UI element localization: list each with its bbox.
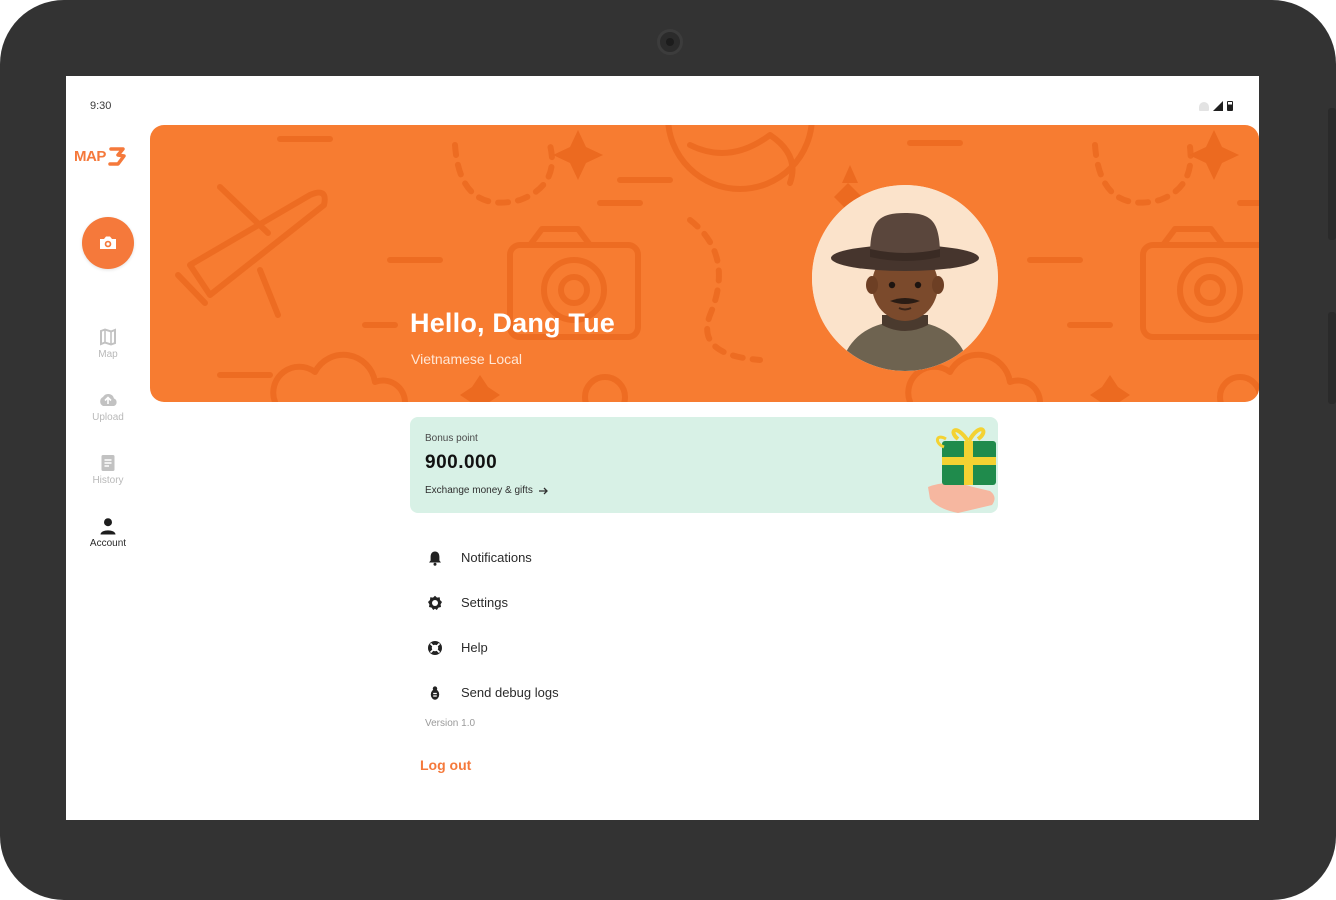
nav-item-map[interactable]: Map	[66, 328, 150, 360]
nav-item-history[interactable]: History	[66, 454, 150, 486]
menu-label-settings: Settings	[461, 595, 508, 610]
person-icon	[100, 518, 116, 535]
menu-item-notifications[interactable]: Notifications	[421, 535, 981, 580]
exchange-link-label: Exchange money & gifts	[425, 485, 533, 496]
profile-subtitle: Vietnamese Local	[411, 351, 523, 367]
help-icon	[425, 638, 445, 658]
nav-label-account: Account	[89, 538, 127, 549]
nav-label-history: History	[92, 475, 124, 486]
camera-icon	[100, 236, 116, 249]
avatar-illustration	[812, 185, 998, 371]
logout-button[interactable]: Log out	[420, 757, 471, 773]
map-icon	[100, 328, 116, 346]
app-version: Version 1.0	[425, 718, 476, 729]
gear-icon	[425, 593, 445, 613]
profile-banner: Hello, Dang Tue Vietnamese Local	[150, 125, 1259, 402]
upload-icon	[100, 394, 117, 406]
camera-fab[interactable]	[82, 217, 134, 269]
history-icon	[101, 455, 115, 471]
nav-item-account[interactable]: Account	[66, 517, 150, 549]
logo-text: MAP	[74, 147, 106, 165]
profile-greeting: Hello, Dang Tue	[410, 308, 616, 338]
menu-item-debug-logs[interactable]: Send debug logs	[421, 670, 981, 715]
bonus-value: 900.000	[425, 452, 498, 473]
bonus-label: Bonus point	[425, 433, 478, 444]
app-screen: 9:30 MAP Map Upload History Account Hell…	[66, 76, 1259, 820]
nav-item-upload[interactable]: Upload	[66, 391, 150, 423]
tablet-frame: 9:30 MAP Map Upload History Account Hell…	[0, 0, 1336, 900]
menu-label-debug-logs: Send debug logs	[461, 685, 559, 700]
avatar[interactable]	[812, 185, 998, 371]
nav-label-upload: Upload	[92, 412, 124, 423]
status-bar: 9:30	[66, 76, 1259, 116]
nav-label-map: Map	[98, 349, 118, 360]
battery-icon	[1227, 101, 1233, 111]
status-time: 9:30	[90, 100, 112, 112]
front-camera	[657, 29, 683, 55]
bug-icon	[425, 683, 445, 703]
menu-item-help[interactable]: Help	[421, 625, 981, 670]
status-icons	[1199, 101, 1233, 111]
account-menu: Notifications Settings Help Send debug l…	[421, 535, 981, 715]
menu-label-notifications: Notifications	[461, 550, 532, 565]
menu-item-settings[interactable]: Settings	[421, 580, 981, 625]
bell-icon	[425, 548, 445, 568]
gift-icon	[928, 427, 996, 513]
power-button	[1328, 108, 1336, 240]
volume-button	[1328, 312, 1336, 404]
wifi-icon	[1199, 101, 1209, 111]
arrow-right-icon	[538, 487, 548, 494]
app-logo: MAP	[74, 145, 129, 167]
exchange-link[interactable]: Exchange money & gifts	[425, 485, 549, 496]
logo-mark-icon	[108, 147, 126, 166]
signal-icon	[1213, 101, 1223, 111]
navigation-rail: MAP Map Upload History Account	[66, 116, 150, 820]
travel-pattern-background	[175, 125, 1259, 402]
bonus-card[interactable]: Bonus point 900.000 Exchange money & gif…	[410, 417, 998, 513]
menu-label-help: Help	[461, 640, 488, 655]
